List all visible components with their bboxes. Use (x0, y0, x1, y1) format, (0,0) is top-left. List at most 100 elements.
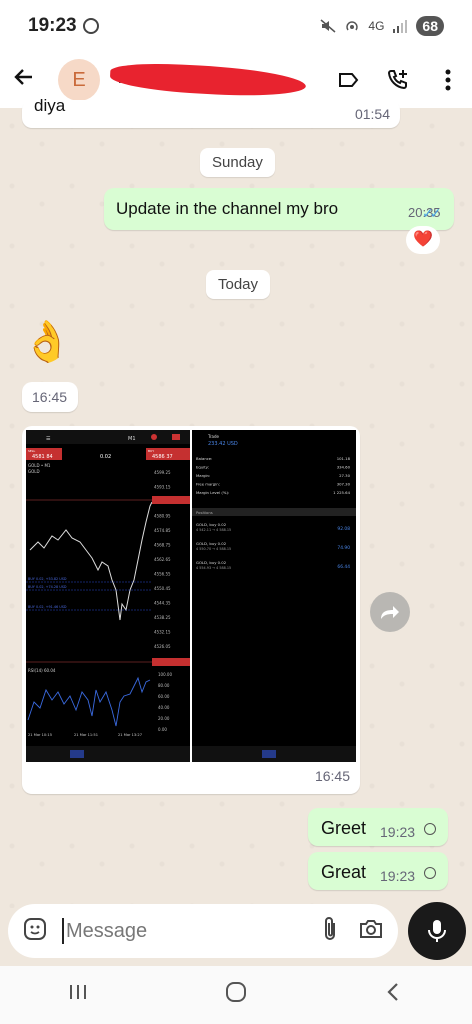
account-row-label: Margin: (196, 473, 210, 478)
rsi-tick-label: 100.00 (158, 672, 172, 677)
timeframe-label: M1 (128, 436, 136, 442)
signal-icon (393, 20, 408, 33)
message-outgoing[interactable]: Greet 19:23 (308, 808, 448, 846)
message-time: 01:54 (354, 106, 390, 122)
message-time: 19:23 (380, 868, 416, 884)
camera-icon[interactable] (358, 918, 384, 945)
account-row-value: 27.30 (339, 473, 350, 478)
account-row-label: Balance: (196, 456, 212, 461)
symbol-sub: GOLD (28, 469, 40, 474)
redaction-scribble (109, 60, 307, 100)
price-tick-label: 4526.05 (154, 644, 171, 649)
date-separator: Sunday (200, 148, 275, 177)
chart-screenshot[interactable]: ☰ M1 SELL 4581 84 0.02 BUY 4586 37 GOLD … (26, 430, 190, 762)
whatsapp-status-icon (82, 18, 99, 34)
price-tick-label: 4544.35 (154, 601, 171, 606)
price-tick-label: 4568.75 (154, 543, 171, 548)
symbol-label: GOLD • M1 (28, 463, 51, 468)
read-ticks-icon: ✓✓ (422, 205, 442, 221)
rsi-tick-label: 40.00 (158, 705, 170, 710)
mute-icon (320, 19, 336, 33)
trade-summary-screenshot[interactable]: Trade 233.42 USD Balance: 101.18 Equity: 33… (192, 430, 356, 762)
home-icon[interactable] (224, 980, 248, 1010)
price-tick-label: 4556.55 (154, 572, 171, 577)
forward-icon (381, 606, 399, 619)
account-row-label: Margin Level (%): (196, 490, 229, 495)
message-time: 16:45 (314, 768, 350, 784)
message-time: 16:45 (32, 389, 68, 405)
price-tick-label: 4574.85 (154, 528, 171, 533)
forward-button[interactable] (370, 592, 410, 632)
add-call-icon[interactable] (386, 68, 410, 92)
trade-title: Trade (207, 434, 219, 439)
contact-avatar[interactable]: E (58, 59, 100, 101)
contact-name[interactable]: +9 519 (109, 60, 307, 100)
price-tick-label: 4532.15 (154, 630, 171, 635)
message-outgoing[interactable]: Great 19:23 (308, 852, 448, 890)
account-row-value: 1 225.64 (333, 490, 350, 495)
more-options-icon[interactable] (436, 68, 460, 92)
message-input[interactable]: Message (62, 918, 302, 944)
trading-chart: ☰ M1 SELL 4581 84 0.02 BUY 4586 37 GOLD … (26, 430, 190, 762)
rsi-tick-label: 60.00 (158, 694, 170, 699)
battery-indicator: 68 (416, 16, 444, 36)
order-line: BUY 0.02, +91.46 USD (28, 605, 67, 609)
price-tick-label: 4599.25 (154, 470, 171, 475)
trade-balance-usd: 233.42 USD (208, 441, 238, 447)
date-label: 21 Mar 13:27 (118, 733, 142, 737)
lot-size: 0.02 (100, 454, 111, 460)
buy-label: BUY (148, 449, 154, 453)
position-profit: 74.90 (337, 545, 350, 551)
message-text: Update in the channel my bro (116, 199, 339, 218)
label-icon[interactable] (336, 68, 360, 92)
position-detail: 4 554.93 → 4 588.15 (196, 566, 231, 570)
message-outgoing[interactable]: Update in the channel my bro 20:35 ✓✓ (104, 188, 454, 230)
recent-apps-icon[interactable] (67, 981, 89, 1009)
order-line: BUY 0.02, +53.82 USD (28, 577, 67, 581)
chat-area: diya 01:54 Sunday Update in the channel … (0, 96, 472, 908)
price-tick-label: 4562.65 (154, 557, 171, 562)
image-message[interactable]: ☰ M1 SELL 4581 84 0.02 BUY 4586 37 GOLD … (22, 426, 360, 794)
microphone-icon (428, 920, 446, 942)
emoji-message[interactable]: 👌 (22, 318, 72, 365)
back-nav-icon[interactable] (383, 981, 405, 1009)
message-time: 19:23 (380, 824, 416, 840)
date-separator: Today (206, 270, 271, 299)
emoji-message-time-bubble: 16:45 (22, 382, 78, 412)
position-profit: 92.08 (337, 526, 350, 532)
date-label: 21 Mar 11:51 (74, 733, 98, 737)
reaction-badge[interactable]: ❤️ (406, 226, 440, 254)
svg-text:☰: ☰ (46, 436, 51, 442)
header-actions (336, 68, 460, 92)
account-row-value: 101.18 (337, 456, 351, 461)
price-tick-label: 4550.45 (154, 586, 171, 591)
buy-price: 4586 37 (152, 454, 173, 460)
pending-clock-icon (424, 867, 436, 879)
back-arrow-icon[interactable] (12, 65, 52, 96)
network-type: 4G (368, 19, 385, 33)
account-row-value: 334.60 (337, 465, 351, 470)
price-tick-label: 4538.25 (154, 615, 171, 620)
account-row-label: Free margin: (196, 482, 220, 487)
order-line: BUY 0.02, +74.28 USD (28, 585, 67, 589)
rsi-tick-label: 20.00 (158, 716, 170, 721)
attach-icon[interactable] (320, 916, 340, 947)
account-row-label: Equity: (196, 465, 209, 470)
account-row-value: 307.30 (337, 482, 351, 487)
date-label: 21 Mar 10:15 (28, 733, 52, 737)
sticker-icon[interactable] (22, 916, 48, 947)
rsi-tick-label: 0.00 (158, 727, 167, 732)
position-name: GOLD, buy 0.02 (196, 541, 227, 546)
rsi-tick-label: 80.00 (158, 683, 170, 688)
rsi-label: RSI(14) 60.04 (28, 668, 56, 673)
position-detail: 4 550.70 → 4 588.15 (196, 547, 231, 551)
mic-button[interactable] (408, 902, 466, 960)
hotspot-icon (346, 21, 359, 31)
trade-summary: Trade 233.42 USD Balance: 101.18 Equity: 33… (192, 430, 356, 762)
price-tick-label: 4593.15 (154, 485, 171, 490)
system-navigation-bar (0, 966, 472, 1024)
message-composer: Message (8, 904, 398, 958)
message-incoming-partial[interactable]: diya 01:54 (22, 96, 400, 128)
sell-label: SELL (28, 449, 35, 453)
sell-price: 4581 84 (32, 454, 53, 460)
